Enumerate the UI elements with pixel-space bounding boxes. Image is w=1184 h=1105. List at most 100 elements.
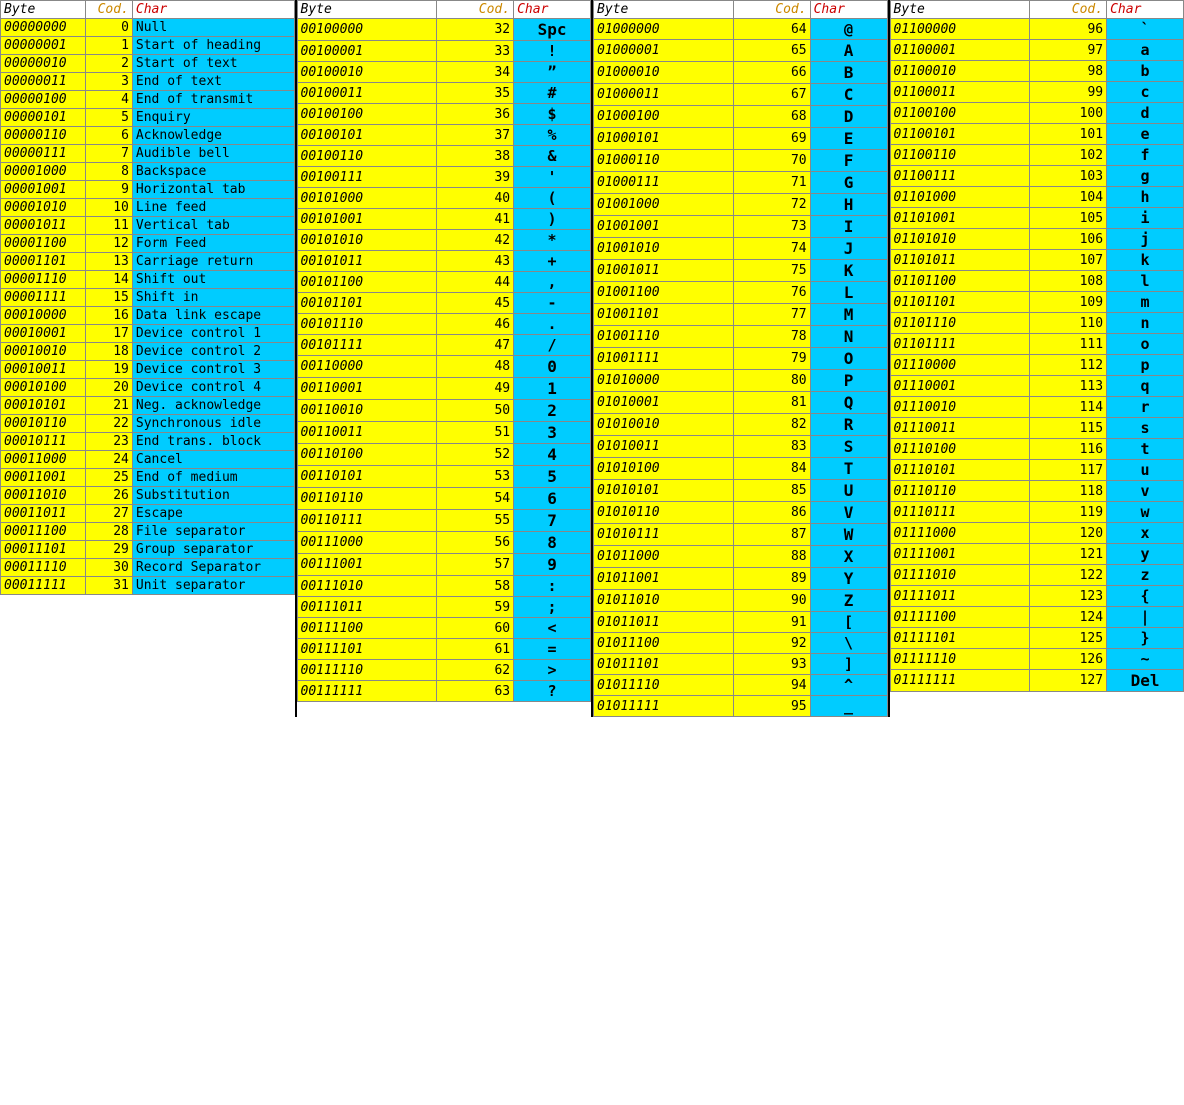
table-row: 01111011123{ (890, 586, 1184, 607)
cell-byte: 01010010 (594, 414, 734, 436)
cell-char: X (810, 546, 887, 568)
cell-byte: 00011011 (1, 505, 86, 523)
cell-code: 117 (1030, 460, 1107, 481)
cell-byte: 01101000 (890, 187, 1030, 208)
cell-char: T (810, 458, 887, 480)
cell-code: 95 (733, 696, 810, 717)
cell-char: | (1107, 607, 1184, 628)
cell-byte: 00111100 (297, 618, 437, 639)
cell-char: n (1107, 313, 1184, 334)
table-row: 0001110129Group separator (1, 541, 295, 559)
cell-name: Backspace (132, 163, 294, 181)
table-row: 01101010106j (890, 229, 1184, 250)
cell-char: f (1107, 145, 1184, 166)
cell-char: t (1107, 439, 1184, 460)
cell-code: 56 (437, 532, 514, 554)
table-row: 00110010502 (297, 400, 591, 422)
cell-byte: 01000011 (594, 84, 734, 106)
cell-code: 3 (86, 73, 133, 91)
cell-byte: 01000001 (594, 40, 734, 62)
table-row: 01111001121y (890, 544, 1184, 565)
table-row: 00110101535 (297, 466, 591, 488)
cell-char: 9 (514, 554, 591, 576)
cell-char: * (514, 230, 591, 251)
cell-name: File separator (132, 523, 294, 541)
cell-code: 19 (86, 361, 133, 379)
cell-char: - (514, 293, 591, 314)
cell-char: P (810, 370, 887, 392)
cell-char: y (1107, 544, 1184, 565)
cell-code: 123 (1030, 586, 1107, 607)
table-row: 0001010020Device control 4 (1, 379, 295, 397)
cell-byte: 01001010 (594, 238, 734, 260)
cell-code: 26 (86, 487, 133, 505)
cell-byte: 00110100 (297, 444, 437, 466)
cell-code: 8 (86, 163, 133, 181)
cell-byte: 00111011 (297, 597, 437, 618)
cell-code: 122 (1030, 565, 1107, 586)
cell-byte: 01000110 (594, 150, 734, 172)
cell-byte: 00010101 (1, 397, 86, 415)
cell-byte: 01010001 (594, 392, 734, 414)
cell-byte: 00010100 (1, 379, 86, 397)
cell-char: Spc (514, 19, 591, 41)
cell-byte: 01111100 (890, 607, 1030, 628)
cell-name: Horizontal tab (132, 181, 294, 199)
cell-code: 104 (1030, 187, 1107, 208)
cell-name: Start of text (132, 55, 294, 73)
table-row: 0101011086V (594, 502, 888, 524)
cell-code: 27 (86, 505, 133, 523)
cell-byte: 01110000 (890, 355, 1030, 376)
table-row: 01101100108l (890, 271, 1184, 292)
cell-byte: 01011011 (594, 612, 734, 633)
cell-char: ( (514, 188, 591, 209)
cell-code: 4 (86, 91, 133, 109)
cell-char: R (810, 414, 887, 436)
header-code: Cod. (1030, 1, 1107, 19)
table-row: 0001000016Data link escape (1, 307, 295, 325)
cell-code: 52 (437, 444, 514, 466)
cell-code: 69 (733, 128, 810, 150)
table-row: 01101001105i (890, 208, 1184, 229)
table-row: 0010001034” (297, 62, 591, 83)
cell-char: E (810, 128, 887, 150)
cell-code: 58 (437, 576, 514, 597)
cell-code: 25 (86, 469, 133, 487)
cell-code: 12 (86, 235, 133, 253)
table-row: 0000101111Vertical tab (1, 217, 295, 235)
cell-byte: 00100111 (297, 167, 437, 188)
table-row: 00111001579 (297, 554, 591, 576)
table-row: 0101011187W (594, 524, 888, 546)
table-row: 01110001113q (890, 376, 1184, 397)
cell-code: 32 (437, 19, 514, 41)
cell-code: 120 (1030, 523, 1107, 544)
cell-byte: 01110001 (890, 376, 1030, 397)
cell-byte: 01100010 (890, 61, 1030, 82)
cell-code: 2 (86, 55, 133, 73)
cell-byte: 00010011 (1, 361, 86, 379)
cell-char: 1 (514, 378, 591, 400)
table-row: 0001000117Device control 1 (1, 325, 295, 343)
cell-char: C (810, 84, 887, 106)
ascii-section-4: ByteCod.Char0110000096`0110000197a011000… (890, 0, 1184, 717)
cell-code: 77 (733, 304, 810, 326)
cell-code: 50 (437, 400, 514, 422)
cell-char: e (1107, 124, 1184, 145)
cell-byte: 00011001 (1, 469, 86, 487)
cell-byte: 01001111 (594, 348, 734, 370)
cell-code: 14 (86, 271, 133, 289)
table-row: 0001111030Record Separator (1, 559, 295, 577)
cell-code: 92 (733, 633, 810, 654)
cell-char: ? (514, 681, 591, 702)
cell-code: 67 (733, 84, 810, 106)
cell-code: 101 (1030, 124, 1107, 145)
table-row: 00111000568 (297, 532, 591, 554)
cell-name: Substitution (132, 487, 294, 505)
cell-byte: 00100101 (297, 125, 437, 146)
cell-code: 37 (437, 125, 514, 146)
cell-char: 8 (514, 532, 591, 554)
table-row: 0001001018Device control 2 (1, 343, 295, 361)
cell-byte: 00001100 (1, 235, 86, 253)
table-row: 0101001082R (594, 414, 888, 436)
cell-byte: 00100010 (297, 62, 437, 83)
